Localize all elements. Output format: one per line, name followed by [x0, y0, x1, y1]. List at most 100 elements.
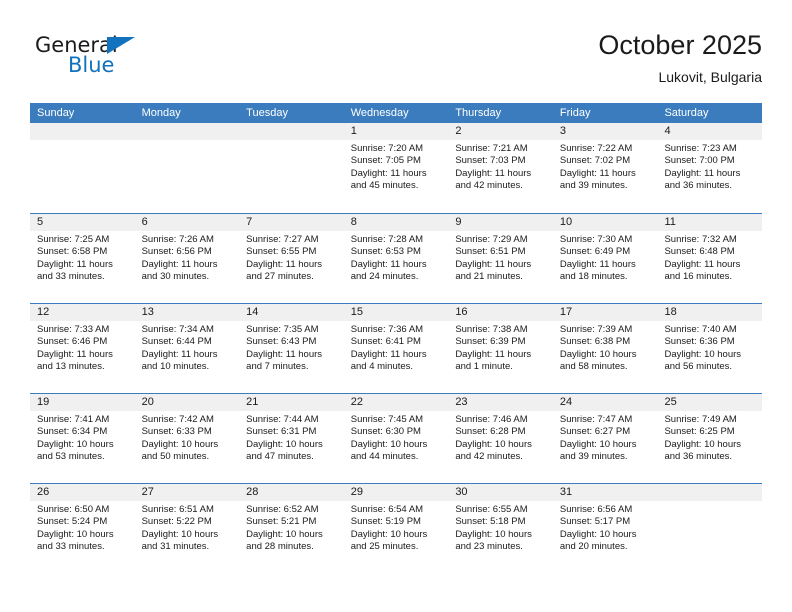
day-number [134, 123, 240, 140]
day-number: 17 [552, 304, 658, 321]
day-daylight-cont-text: and 33 minutes. [37, 541, 105, 553]
day-details: Sunrise: 7:20 AM Sunset: 7:05 PM Daylight:… [344, 140, 449, 193]
day-cell[interactable]: 27 Sunrise: 6:51 AM Sunset: 5:22 PM Dayligh… [134, 484, 240, 573]
day-cell[interactable]: 10 Sunrise: 7:30 AM Sunset: 6:49 PM Dayligh… [552, 214, 658, 303]
day-sunrise-text: Sunrise: 7:32 AM [664, 234, 737, 245]
day-cell[interactable]: 17 Sunrise: 7:39 AM Sunset: 6:38 PM Dayligh… [552, 304, 658, 393]
day-cell[interactable]: 6 Sunrise: 7:26 AM Sunset: 6:56 PM Daylight… [134, 214, 240, 303]
day-daylight-text: Daylight: 10 hours [559, 528, 637, 540]
day-daylight-cont-text: and 25 minutes. [350, 541, 419, 553]
day-details: Sunrise: 7:38 AM Sunset: 6:39 PM Daylight:… [448, 321, 553, 374]
day-daylight-text: Daylight: 10 hours [246, 438, 323, 450]
day-cell[interactable]: 9 Sunrise: 7:29 AM Sunset: 6:51 PM Daylight… [448, 214, 553, 303]
day-cell[interactable]: 21 Sunrise: 7:44 AM Sunset: 6:31 PM Dayligh… [239, 394, 344, 483]
day-daylight-text: Daylight: 11 hours [246, 348, 323, 360]
day-daylight-text: Daylight: 10 hours [141, 438, 219, 450]
day-sunrise-text: Sunrise: 6:51 AM [141, 504, 214, 515]
day-cell[interactable]: 1 Sunrise: 7:20 AM Sunset: 7:05 PM Daylight… [343, 123, 449, 213]
logo-triangle-icon [107, 37, 135, 54]
day-sunrise-text: Sunrise: 7:38 AM [455, 324, 528, 335]
day-details: Sunrise: 7:47 AM Sunset: 6:27 PM Daylight:… [553, 411, 658, 464]
day-number: 6 [134, 214, 240, 231]
day-cell[interactable]: 19 Sunrise: 7:41 AM Sunset: 6:34 PM Dayligh… [30, 394, 135, 483]
day-daylight-cont-text: and 42 minutes. [455, 451, 523, 463]
day-sunrise-text: Sunrise: 7:23 AM [664, 143, 737, 154]
day-sunset-text: Sunset: 6:49 PM [559, 246, 631, 258]
day-daylight-cont-text: and 21 minutes. [455, 271, 523, 283]
day-sunset-text: Sunset: 6:48 PM [664, 246, 735, 258]
day-cell[interactable]: 4 Sunrise: 7:23 AM Sunset: 7:00 PM Daylight… [657, 123, 763, 213]
day-daylight-text: Daylight: 10 hours [664, 438, 742, 450]
day-daylight-text: Daylight: 11 hours [246, 258, 323, 270]
day-cell[interactable]: 25 Sunrise: 7:49 AM Sunset: 6:25 PM Dayligh… [657, 394, 763, 483]
day-details: Sunrise: 7:25 AM Sunset: 6:58 PM Daylight:… [30, 231, 135, 284]
day-number: 8 [343, 214, 449, 231]
day-number: 15 [343, 304, 449, 321]
day-cell[interactable]: 11 Sunrise: 7:32 AM Sunset: 6:48 PM Dayligh… [657, 214, 763, 303]
day-cell[interactable]: 24 Sunrise: 7:47 AM Sunset: 6:27 PM Dayligh… [552, 394, 658, 483]
day-cell[interactable]: 29 Sunrise: 6:54 AM Sunset: 5:19 PM Dayligh… [343, 484, 449, 573]
day-cell[interactable]: 16 Sunrise: 7:38 AM Sunset: 6:39 PM Dayligh… [448, 304, 553, 393]
day-daylight-cont-text: and 50 minutes. [141, 451, 210, 463]
general-blue-logo[interactable]: General Blue [35, 34, 155, 90]
day-sunset-text: Sunset: 5:19 PM [350, 516, 421, 528]
day-daylight-text: Daylight: 10 hours [559, 438, 637, 450]
day-daylight-cont-text: and 13 minutes. [37, 361, 105, 373]
day-daylight-cont-text: and 33 minutes. [37, 271, 105, 283]
day-number [30, 123, 135, 140]
weekday-header-tuesday: Tuesday [246, 107, 288, 119]
logo-text-blue: Blue [68, 53, 115, 77]
day-cell[interactable]: 12 Sunrise: 7:33 AM Sunset: 6:46 PM Dayligh… [30, 304, 135, 393]
day-sunrise-text: Sunrise: 6:55 AM [455, 504, 528, 515]
day-sunset-text: Sunset: 6:53 PM [350, 246, 421, 258]
day-sunset-text: Sunset: 6:44 PM [141, 336, 212, 348]
day-number: 12 [30, 304, 135, 321]
day-daylight-text: Daylight: 11 hours [664, 258, 741, 270]
day-number [657, 484, 763, 501]
day-daylight-cont-text: and 7 minutes. [246, 361, 309, 373]
day-daylight-cont-text: and 28 minutes. [246, 541, 314, 553]
day-cell[interactable]: 7 Sunrise: 7:27 AM Sunset: 6:55 PM Daylight… [239, 214, 344, 303]
day-sunrise-text: Sunrise: 7:39 AM [559, 324, 633, 335]
day-cell[interactable]: 8 Sunrise: 7:28 AM Sunset: 6:53 PM Daylight… [343, 214, 449, 303]
day-sunset-text: Sunset: 5:18 PM [455, 516, 526, 528]
day-cell[interactable]: 18 Sunrise: 7:40 AM Sunset: 6:36 PM Dayligh… [657, 304, 763, 393]
day-daylight-cont-text: and 27 minutes. [246, 271, 314, 283]
day-cell[interactable]: 3 Sunrise: 7:22 AM Sunset: 7:02 PM Daylight… [552, 123, 658, 213]
day-daylight-text: Daylight: 11 hours [37, 348, 113, 360]
day-cell[interactable]: 2 Sunrise: 7:21 AM Sunset: 7:03 PM Daylight… [448, 123, 553, 213]
day-details: Sunrise: 7:21 AM Sunset: 7:03 PM Daylight:… [448, 140, 553, 193]
day-cell[interactable]: 28 Sunrise: 6:52 AM Sunset: 5:21 PM Dayligh… [239, 484, 344, 573]
day-details: Sunrise: 7:27 AM Sunset: 6:55 PM Daylight:… [239, 231, 344, 284]
day-cell[interactable]: 22 Sunrise: 7:45 AM Sunset: 6:30 PM Dayligh… [343, 394, 449, 483]
day-daylight-text: Daylight: 11 hours [455, 348, 532, 360]
day-sunset-text: Sunset: 7:05 PM [350, 155, 421, 167]
day-daylight-text: Daylight: 11 hours [350, 167, 427, 179]
day-daylight-cont-text: and 44 minutes. [350, 451, 419, 463]
day-sunset-text: Sunset: 5:24 PM [37, 516, 108, 528]
day-daylight-cont-text: and 4 minutes. [350, 361, 414, 373]
day-details: Sunrise: 7:22 AM Sunset: 7:02 PM Daylight:… [553, 140, 658, 193]
day-sunrise-text: Sunrise: 7:26 AM [141, 234, 214, 245]
day-sunset-text: Sunset: 6:46 PM [37, 336, 108, 348]
day-cell[interactable]: 14 Sunrise: 7:35 AM Sunset: 6:43 PM Dayligh… [239, 304, 344, 393]
day-number [239, 123, 344, 140]
day-number: 4 [657, 123, 763, 140]
day-details: Sunrise: 7:23 AM Sunset: 7:00 PM Daylight:… [657, 140, 762, 193]
day-cell[interactable]: 20 Sunrise: 7:42 AM Sunset: 6:33 PM Dayligh… [134, 394, 240, 483]
page-subtitle: Lukovit, Bulgaria [658, 69, 762, 85]
day-cell[interactable]: 23 Sunrise: 7:46 AM Sunset: 6:28 PM Dayligh… [448, 394, 553, 483]
day-sunset-text: Sunset: 5:17 PM [559, 516, 631, 528]
day-cell[interactable]: 30 Sunrise: 6:55 AM Sunset: 5:18 PM Dayligh… [448, 484, 553, 573]
weekday-header-wednesday: Wednesday [350, 107, 409, 119]
day-cell[interactable]: 13 Sunrise: 7:34 AM Sunset: 6:44 PM Dayligh… [134, 304, 240, 393]
day-cell[interactable]: 15 Sunrise: 7:36 AM Sunset: 6:41 PM Dayligh… [343, 304, 449, 393]
day-number: 18 [657, 304, 763, 321]
day-sunset-text: Sunset: 6:58 PM [37, 246, 108, 258]
day-cell[interactable]: 26 Sunrise: 6:50 AM Sunset: 5:24 PM Dayligh… [30, 484, 135, 573]
day-details: Sunrise: 7:42 AM Sunset: 6:33 PM Daylight:… [135, 411, 240, 464]
day-cell[interactable]: 31 Sunrise: 6:56 AM Sunset: 5:17 PM Dayligh… [552, 484, 658, 573]
day-cell[interactable]: 5 Sunrise: 7:25 AM Sunset: 6:58 PM Daylight… [30, 214, 135, 303]
day-daylight-cont-text: and 39 minutes. [559, 180, 628, 192]
day-daylight-cont-text: and 30 minutes. [141, 271, 210, 283]
